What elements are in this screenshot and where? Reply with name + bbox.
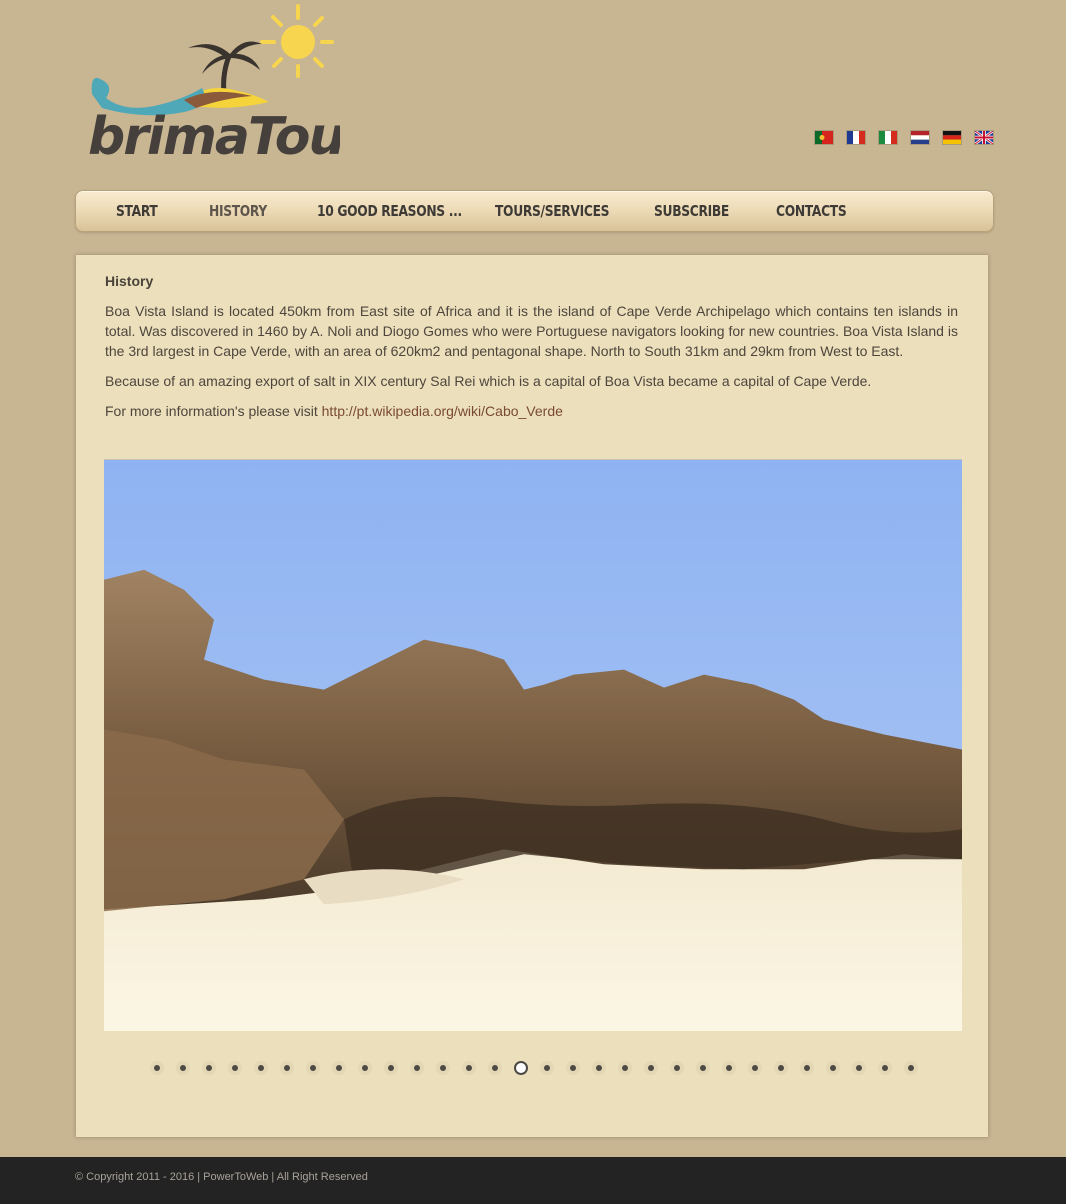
nav-item-start[interactable]: START	[116, 191, 158, 231]
slide-dot[interactable]	[618, 1061, 632, 1075]
beach-cliff-photo	[104, 460, 962, 1031]
slide-dot[interactable]	[540, 1061, 554, 1075]
slide-dot[interactable]	[644, 1061, 658, 1075]
slide-dot[interactable]	[306, 1061, 320, 1075]
slide-dot[interactable]	[176, 1061, 190, 1075]
history-paragraph-3: For more information's please visit http…	[105, 401, 958, 421]
flag-portugal-icon[interactable]	[815, 131, 833, 144]
main-navigation: START HISTORY 10 GOOD REASONS ... TOURS/…	[75, 190, 994, 232]
logo-wordmark: brimaTours	[88, 107, 340, 167]
wikipedia-link[interactable]: http://pt.wikipedia.org/wiki/Cabo_Verde	[322, 403, 563, 419]
flag-italy-icon[interactable]	[879, 131, 897, 144]
slide-dot[interactable]	[462, 1061, 476, 1075]
slide-dot[interactable]	[904, 1061, 918, 1075]
flag-france-icon[interactable]	[847, 131, 865, 144]
history-paragraph-1: Boa Vista Island is located 450km from E…	[105, 303, 958, 359]
slide-dot[interactable]	[826, 1061, 840, 1075]
slide-dot[interactable]	[852, 1061, 866, 1075]
flag-uk-icon[interactable]	[975, 131, 993, 144]
more-info-text: For more information's please visit	[105, 403, 322, 419]
palm-tree-icon	[188, 41, 262, 95]
nav-item-history[interactable]: HISTORY	[209, 191, 267, 231]
slide-dot[interactable]	[410, 1061, 424, 1075]
slide-dot[interactable]	[722, 1061, 736, 1075]
nav-item-10-good-reasons[interactable]: 10 GOOD REASONS ...	[317, 191, 462, 231]
sun-icon	[260, 4, 334, 78]
slide-dot[interactable]	[202, 1061, 216, 1075]
slide-dot[interactable]	[384, 1061, 398, 1075]
slide-dot[interactable]	[878, 1061, 892, 1075]
flag-netherlands-icon[interactable]	[911, 131, 929, 144]
nav-item-tours-services[interactable]: TOURS/SERVICES	[495, 191, 610, 231]
history-paragraph-2: Because of an amazing export of salt in …	[105, 373, 872, 389]
slide-dot[interactable]	[696, 1061, 710, 1075]
slide-dot[interactable]	[150, 1061, 164, 1075]
slide-dot[interactable]	[800, 1061, 814, 1075]
slide-dot[interactable]	[488, 1061, 502, 1075]
logo-graphic: brimaTours	[88, 4, 399, 167]
page-title: History	[105, 273, 154, 289]
flag-germany-icon[interactable]	[943, 131, 961, 144]
language-selector	[815, 131, 993, 144]
content-panel: History Boa Vista Island is located 450k…	[76, 255, 988, 1137]
slide-dot[interactable]	[748, 1061, 762, 1075]
slideshow-pagination	[150, 1061, 918, 1075]
slide-dot[interactable]	[514, 1061, 528, 1075]
slide-dot[interactable]	[670, 1061, 684, 1075]
slide-dot[interactable]	[358, 1061, 372, 1075]
slideshow-image[interactable]	[104, 459, 962, 1031]
slide-dot[interactable]	[228, 1061, 242, 1075]
brima-tours-logo[interactable]: brimaTours	[84, 2, 399, 167]
slide-dot[interactable]	[332, 1061, 346, 1075]
nav-item-contacts[interactable]: CONTACTS	[776, 191, 847, 231]
copyright-text: © Copyright 2011 - 2016 | PowerToWeb | A…	[75, 1171, 368, 1183]
slide-dot[interactable]	[254, 1061, 268, 1075]
slide-dot[interactable]	[280, 1061, 294, 1075]
slide-dot[interactable]	[774, 1061, 788, 1075]
footer: © Copyright 2011 - 2016 | PowerToWeb | A…	[0, 1157, 1066, 1204]
nav-item-subscribe[interactable]: SUBSCRIBE	[654, 191, 729, 231]
slide-dot[interactable]	[566, 1061, 580, 1075]
slide-dot[interactable]	[436, 1061, 450, 1075]
slide-dot[interactable]	[592, 1061, 606, 1075]
